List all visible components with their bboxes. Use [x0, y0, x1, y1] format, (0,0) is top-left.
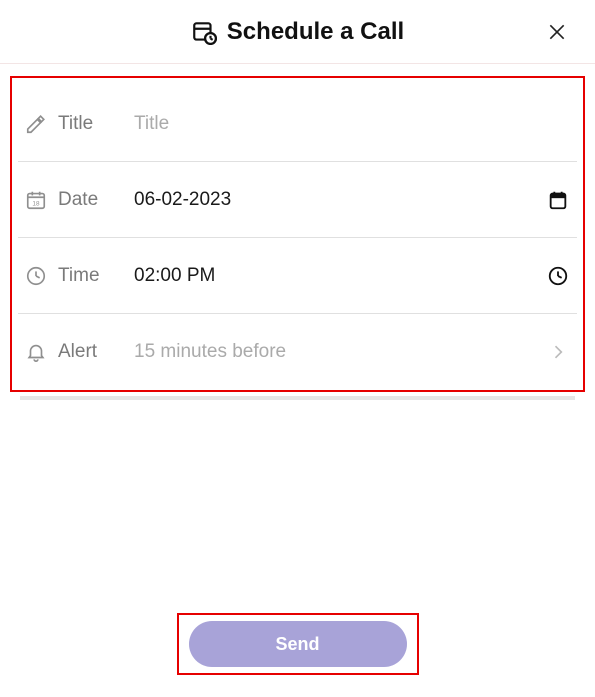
chevron-right-icon — [543, 342, 573, 362]
title-input[interactable] — [126, 113, 573, 135]
date-label: Date — [58, 189, 118, 211]
dialog-header: Schedule a Call — [0, 0, 595, 64]
send-button-highlight: Send — [177, 613, 419, 675]
time-label: Time — [58, 265, 118, 287]
bell-icon — [22, 341, 50, 363]
calendar-icon: 18 — [22, 189, 50, 211]
date-value: 06-02-2023 — [126, 189, 535, 211]
form-bottom-divider — [20, 396, 575, 400]
time-value: 02:00 PM — [126, 265, 535, 287]
alert-value: 15 minutes before — [126, 341, 535, 363]
time-picker-icon[interactable] — [543, 265, 573, 287]
close-icon — [547, 22, 567, 42]
title-row: Title — [18, 86, 577, 162]
date-picker-icon[interactable] — [543, 189, 573, 211]
time-row[interactable]: Time 02:00 PM — [18, 238, 577, 314]
schedule-form: Title 18 Date 06-02-2023 — [10, 76, 585, 392]
alert-label: Alert — [58, 341, 118, 363]
title-label: Title — [58, 113, 118, 135]
pencil-icon — [22, 113, 50, 135]
send-button-label: Send — [275, 634, 319, 655]
calendar-clock-icon — [191, 19, 217, 45]
alert-row[interactable]: Alert 15 minutes before — [18, 314, 577, 390]
date-row[interactable]: 18 Date 06-02-2023 — [18, 162, 577, 238]
close-button[interactable] — [543, 18, 571, 46]
clock-icon — [22, 265, 50, 287]
title-wrap: Schedule a Call — [191, 18, 404, 46]
svg-text:18: 18 — [32, 200, 40, 207]
dialog-title: Schedule a Call — [227, 18, 404, 46]
send-button[interactable]: Send — [189, 621, 407, 667]
